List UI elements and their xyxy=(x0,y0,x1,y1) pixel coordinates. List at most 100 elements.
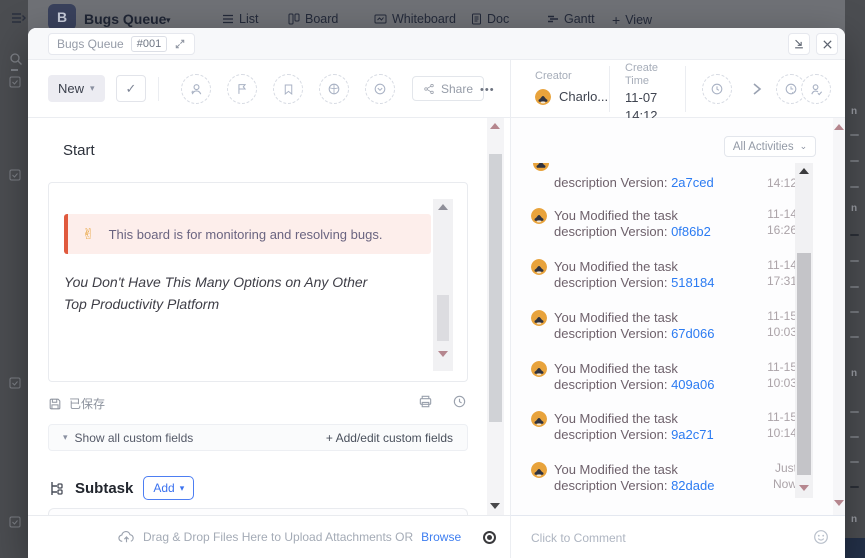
share-button[interactable]: Share xyxy=(412,76,484,101)
check-icon: ✓ xyxy=(126,81,137,97)
add-edit-custom-fields-button[interactable]: + Add/edit custom fields xyxy=(326,431,453,445)
scroll-up-arrow[interactable] xyxy=(438,204,448,210)
subtask-input-sliver[interactable] xyxy=(48,508,468,515)
activity-filter-dropdown[interactable]: All Activities ⌄ xyxy=(724,136,816,157)
cloud-upload-icon xyxy=(118,530,135,544)
search-icon[interactable] xyxy=(9,52,23,66)
divider xyxy=(685,66,686,112)
tab-board[interactable]: Board xyxy=(288,12,338,26)
person-check-icon xyxy=(809,82,824,97)
chevron-down-icon: ⌄ xyxy=(800,141,808,152)
version-link[interactable]: 82dade xyxy=(671,478,714,493)
avatar xyxy=(531,361,547,377)
browse-link[interactable]: Browse xyxy=(421,530,461,544)
tab-list[interactable]: List xyxy=(222,12,258,26)
assignee-button[interactable] xyxy=(181,74,211,104)
comment-placeholder: Click to Comment xyxy=(531,531,626,545)
scroll-up-arrow[interactable] xyxy=(799,168,809,174)
detail-scrollbar[interactable] xyxy=(487,118,504,515)
version-link[interactable]: 0f86b2 xyxy=(671,224,711,239)
comment-bar[interactable]: Click to Comment xyxy=(510,515,845,558)
activity-item: You Modified the taskdescription Version… xyxy=(531,208,795,240)
activity-item: You Modified the taskdescription Version… xyxy=(531,411,795,443)
background-patch xyxy=(845,538,865,558)
app-screen: B Bugs Queue ▾ List Board Whiteboard Doc… xyxy=(0,0,865,558)
record-button[interactable] xyxy=(483,531,496,544)
scrollbar-thumb[interactable] xyxy=(489,154,502,422)
tag-button[interactable] xyxy=(273,74,303,104)
activity-time: 11-1510:14 xyxy=(767,409,797,441)
create-date: 11-07 xyxy=(625,90,657,106)
version-link[interactable]: 409a06 xyxy=(671,377,714,392)
close-button[interactable] xyxy=(816,33,838,55)
show-custom-fields-toggle[interactable]: ▾ Show all custom fields xyxy=(63,431,193,445)
task-id-badge[interactable]: #001 xyxy=(131,36,167,52)
version-button[interactable] xyxy=(365,74,395,104)
space-title[interactable]: Bugs Queue xyxy=(84,11,166,27)
tab-whiteboard[interactable]: Whiteboard xyxy=(374,12,456,26)
print-button[interactable] xyxy=(418,394,433,409)
time-tracking-button[interactable] xyxy=(702,74,732,104)
activity-pane: All Activities ⌄ description Version: 2a… xyxy=(510,118,845,515)
description-editor[interactable]: ✌ This board is for monitoring and resol… xyxy=(48,182,468,382)
chevron-down-icon: ▾ xyxy=(180,483,185,494)
activity-item: You Modified the taskdescription Version… xyxy=(531,462,795,494)
chevron-right-icon[interactable] xyxy=(750,81,764,97)
pane-scrollbar[interactable] xyxy=(833,118,845,515)
avatar xyxy=(531,310,547,326)
emoji-icon[interactable] xyxy=(813,529,829,545)
version-link[interactable]: 67d066 xyxy=(671,326,714,341)
flag-icon xyxy=(235,82,249,96)
version-link[interactable]: 2a7ced xyxy=(671,175,714,190)
modal-body: Start ✌ This board is for monitoring and… xyxy=(28,118,845,515)
checkbox-icon[interactable] xyxy=(9,377,21,389)
tab-gantt[interactable]: Gantt xyxy=(547,12,595,26)
scroll-down-arrow[interactable] xyxy=(799,485,809,491)
left-sidebar-strip xyxy=(0,0,28,558)
priority-button[interactable] xyxy=(227,74,257,104)
tab-doc[interactable]: Doc xyxy=(471,12,509,26)
creator-name: Charlo... xyxy=(559,89,608,105)
activity-scrollbar[interactable] xyxy=(795,163,813,498)
tab-add-view[interactable]: + View xyxy=(612,12,652,28)
scroll-up-arrow[interactable] xyxy=(834,124,844,130)
more-actions-button[interactable]: ••• xyxy=(480,84,495,96)
watcher-button[interactable] xyxy=(801,74,831,104)
expand-icon[interactable] xyxy=(174,38,186,50)
activity-time: 11-1510:03 xyxy=(767,359,797,391)
checkbox-icon[interactable] xyxy=(9,169,21,181)
gantt-icon xyxy=(547,13,559,25)
scrollbar-thumb[interactable] xyxy=(437,295,449,341)
avatar xyxy=(531,259,547,275)
scroll-up-arrow[interactable] xyxy=(490,123,500,129)
sprint-button[interactable] xyxy=(319,74,349,104)
scroll-down-arrow[interactable] xyxy=(438,351,448,357)
editor-scrollbar[interactable] xyxy=(433,199,453,371)
version-link[interactable]: 9a2c71 xyxy=(671,427,714,442)
drag-drop-text: Drag & Drop Files Here to Upload Attachm… xyxy=(143,530,413,544)
version-link[interactable]: 518184 xyxy=(671,275,714,290)
minimize-button[interactable] xyxy=(788,33,810,55)
scrollbar-thumb[interactable] xyxy=(797,253,811,475)
custom-fields-bar: ▾ Show all custom fields + Add/edit cust… xyxy=(48,424,468,451)
add-subtask-button[interactable]: Add ▾ xyxy=(143,476,194,500)
checkbox-icon[interactable] xyxy=(9,76,21,88)
person-plus-icon xyxy=(189,82,204,97)
attachment-dropzone[interactable]: Drag & Drop Files Here to Upload Attachm… xyxy=(28,515,510,558)
whiteboard-icon xyxy=(374,13,387,25)
subtask-title: Subtask xyxy=(75,480,133,497)
clipped-text: n xyxy=(851,514,857,525)
activity-item: You Modified the taskdescription Version… xyxy=(531,310,795,342)
history-button[interactable] xyxy=(452,394,467,409)
complete-check-button[interactable]: ✓ xyxy=(116,75,146,102)
creator-value[interactable]: Charlo... xyxy=(535,89,608,105)
hamburger-menu-icon[interactable] xyxy=(10,10,26,26)
clipped-text: n xyxy=(851,203,857,214)
scroll-down-arrow[interactable] xyxy=(490,503,500,509)
checkbox-icon[interactable] xyxy=(9,516,21,528)
divider xyxy=(11,69,18,71)
status-new-button[interactable]: New ▾ xyxy=(48,75,105,102)
scroll-down-arrow[interactable] xyxy=(834,500,844,506)
activity-item: You Modified the taskdescription Version… xyxy=(531,259,795,291)
breadcrumb-list-name[interactable]: Bugs Queue xyxy=(57,37,124,51)
